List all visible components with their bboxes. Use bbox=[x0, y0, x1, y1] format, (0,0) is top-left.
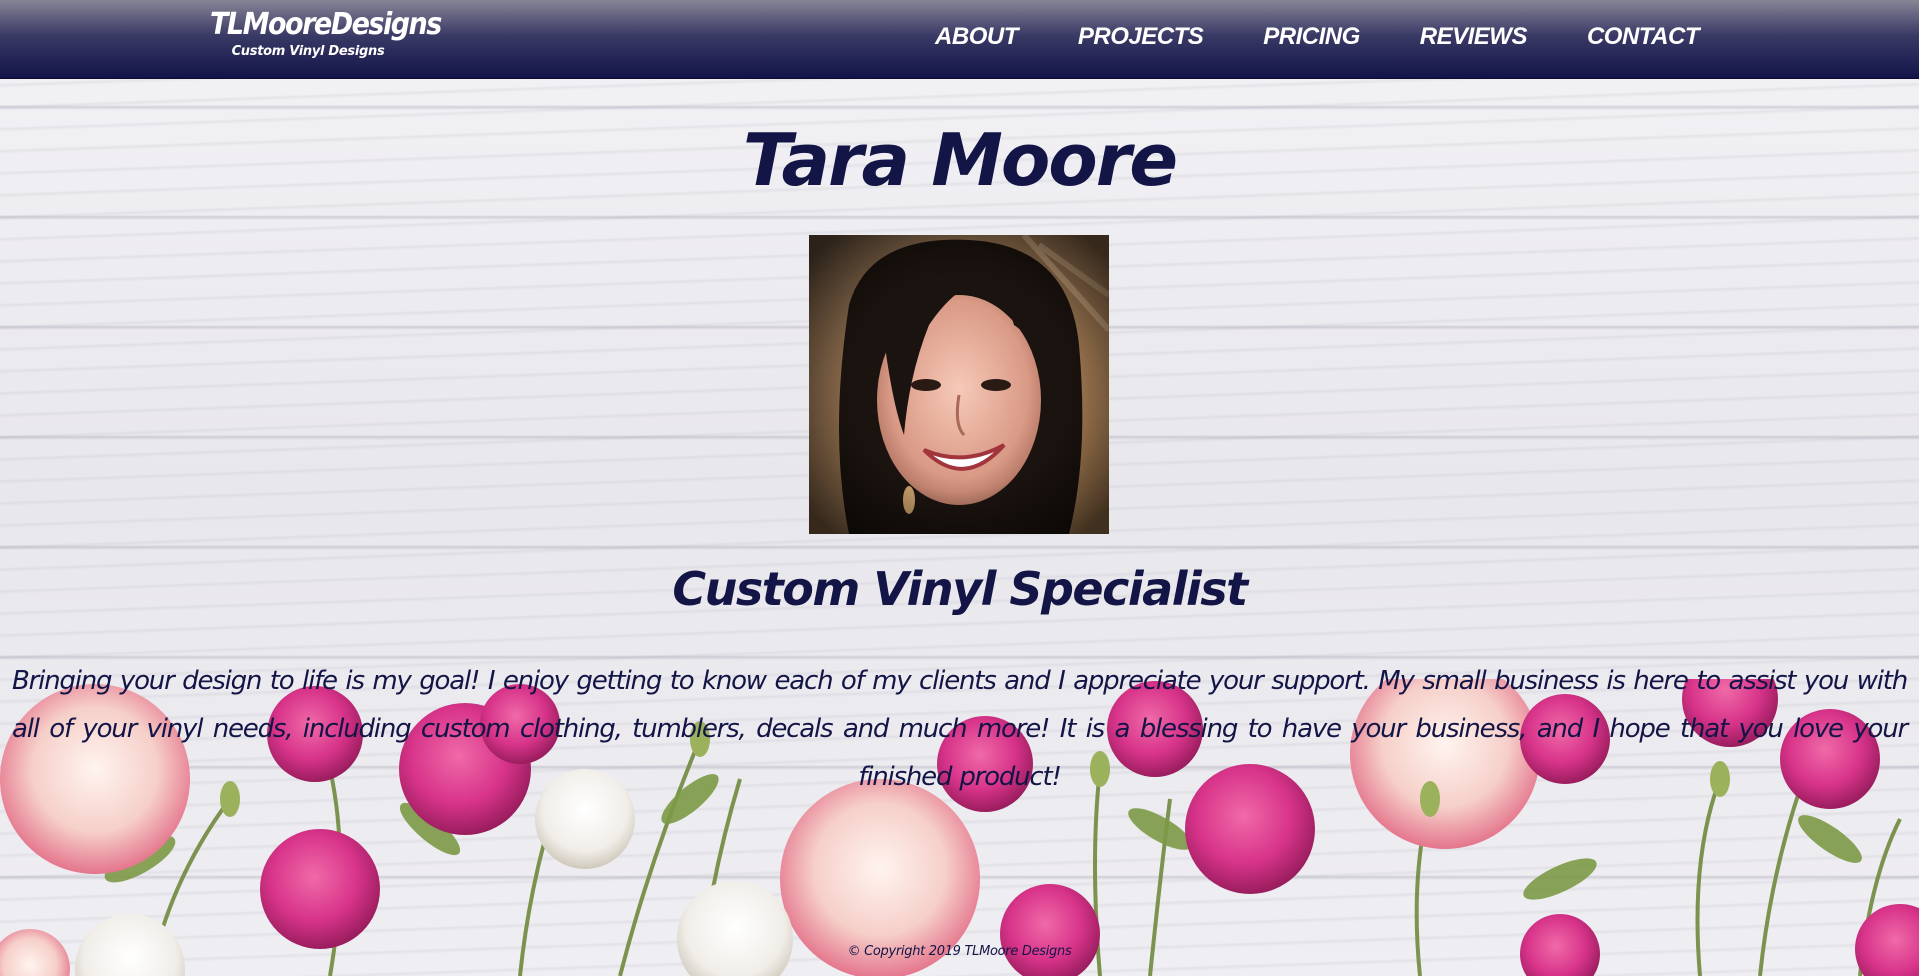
nav-projects[interactable]: PROJECTS bbox=[1048, 22, 1233, 52]
footer: © Copyright 2019 TLMoore Designs bbox=[0, 944, 1919, 959]
brand-logo[interactable]: TLMooreDesigns Custom Vinyl Designs bbox=[210, 6, 442, 60]
main-nav: ABOUT PROJECTS PRICING REVIEWS CONTACT bbox=[905, 22, 1729, 52]
portrait-photo bbox=[809, 235, 1109, 534]
subtitle: Custom Vinyl Specialist bbox=[672, 562, 1248, 616]
nav-pricing[interactable]: PRICING bbox=[1233, 22, 1390, 52]
page-title: Tara Moore bbox=[742, 118, 1178, 202]
copyright-text: © Copyright 2019 TLMoore Designs bbox=[847, 944, 1072, 959]
nav-about[interactable]: ABOUT bbox=[905, 22, 1048, 52]
site-header: TLMooreDesigns Custom Vinyl Designs ABOU… bbox=[0, 0, 1919, 79]
bio-text: Bringing your design to life is my goal!… bbox=[12, 666, 1908, 792]
nav-contact[interactable]: CONTACT bbox=[1557, 22, 1729, 52]
brand-name: TLMooreDesigns bbox=[210, 7, 442, 42]
brand-tagline: Custom Vinyl Designs bbox=[231, 44, 385, 59]
main-content: Tara Moore Custom Vinyl Specialist Bring… bbox=[0, 79, 1919, 976]
nav-reviews[interactable]: REVIEWS bbox=[1390, 22, 1557, 52]
